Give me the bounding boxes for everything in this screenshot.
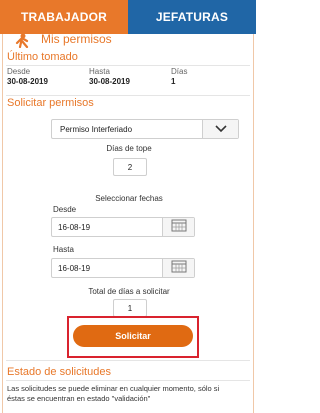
ultimo-desde: Desde 30-08-2019: [7, 67, 89, 93]
dropdown-toggle-button[interactable]: [202, 120, 238, 138]
ultimo-hasta-label: Hasta: [89, 67, 110, 76]
desde-label: Desde: [53, 205, 77, 214]
divider: [6, 95, 250, 96]
desde-calendar-button[interactable]: [162, 218, 194, 236]
tab-jefaturas[interactable]: JEFATURAS: [128, 0, 256, 34]
total-dias-field: 1: [113, 299, 147, 317]
top-tabs: TRABAJADOR JEFATURAS: [0, 0, 256, 34]
ultimo-desde-label: Desde: [7, 67, 31, 76]
ultimo-dias: Días 1: [171, 67, 231, 93]
person-walking-icon: [9, 33, 39, 49]
permiso-type-select[interactable]: Permiso Interferiado: [51, 119, 239, 139]
tab-trabajador[interactable]: TRABAJADOR: [0, 0, 128, 34]
ultimo-hasta: Hasta 30-08-2019: [89, 67, 171, 93]
page-title: Mis permisos: [41, 32, 112, 46]
estado-info-line-2: éstas se encuentran en estado "validació…: [7, 394, 151, 403]
estado-info-line-1: Las solicitudes se puede eliminar en cua…: [7, 384, 220, 393]
ultimo-tomado-summary: Desde 30-08-2019 Hasta 30-08-2019 Días 1: [7, 67, 251, 93]
seleccionar-fechas-label: Seleccionar fechas: [95, 194, 163, 203]
dias-tope-field: 2: [113, 158, 147, 176]
solicitar-title: Solicitar permisos: [7, 97, 94, 109]
divider: [6, 65, 250, 66]
desde-date-value: 16-08-19: [58, 222, 91, 232]
hasta-date-field[interactable]: 16-08-19: [51, 258, 195, 278]
ultimo-tomado-title: Último tomado: [7, 51, 78, 63]
calendar-icon: [171, 218, 187, 237]
permisos-panel: Mis permisos Último tomado Desde 30-08-2…: [2, 32, 254, 413]
estado-solicitudes-title: Estado de solicitudes: [7, 366, 111, 378]
calendar-icon: [171, 259, 187, 278]
ultimo-desde-value: 30-08-2019: [7, 77, 48, 86]
divider: [6, 360, 250, 361]
ultimo-hasta-value: 30-08-2019: [89, 77, 130, 86]
desde-date-field[interactable]: 16-08-19: [51, 217, 195, 237]
chevron-down-icon: [214, 120, 227, 138]
estado-info-text: Las solicitudes se puede eliminar en cua…: [7, 384, 253, 404]
hasta-date-value: 16-08-19: [58, 263, 91, 273]
page-header: Mis permisos: [9, 32, 112, 49]
divider: [6, 380, 250, 381]
hasta-label: Hasta: [53, 245, 74, 254]
permiso-type-value: Permiso Interferiado: [60, 124, 133, 134]
ultimo-dias-value: 1: [171, 77, 176, 86]
dias-tope-label: Días de tope: [106, 144, 152, 153]
submit-highlight: Solicitar: [67, 316, 199, 358]
ultimo-dias-label: Días: [171, 67, 188, 76]
solicitar-button[interactable]: Solicitar: [73, 325, 193, 347]
total-dias-label: Total de días a solicitar: [88, 287, 170, 296]
hasta-calendar-button[interactable]: [162, 259, 194, 277]
